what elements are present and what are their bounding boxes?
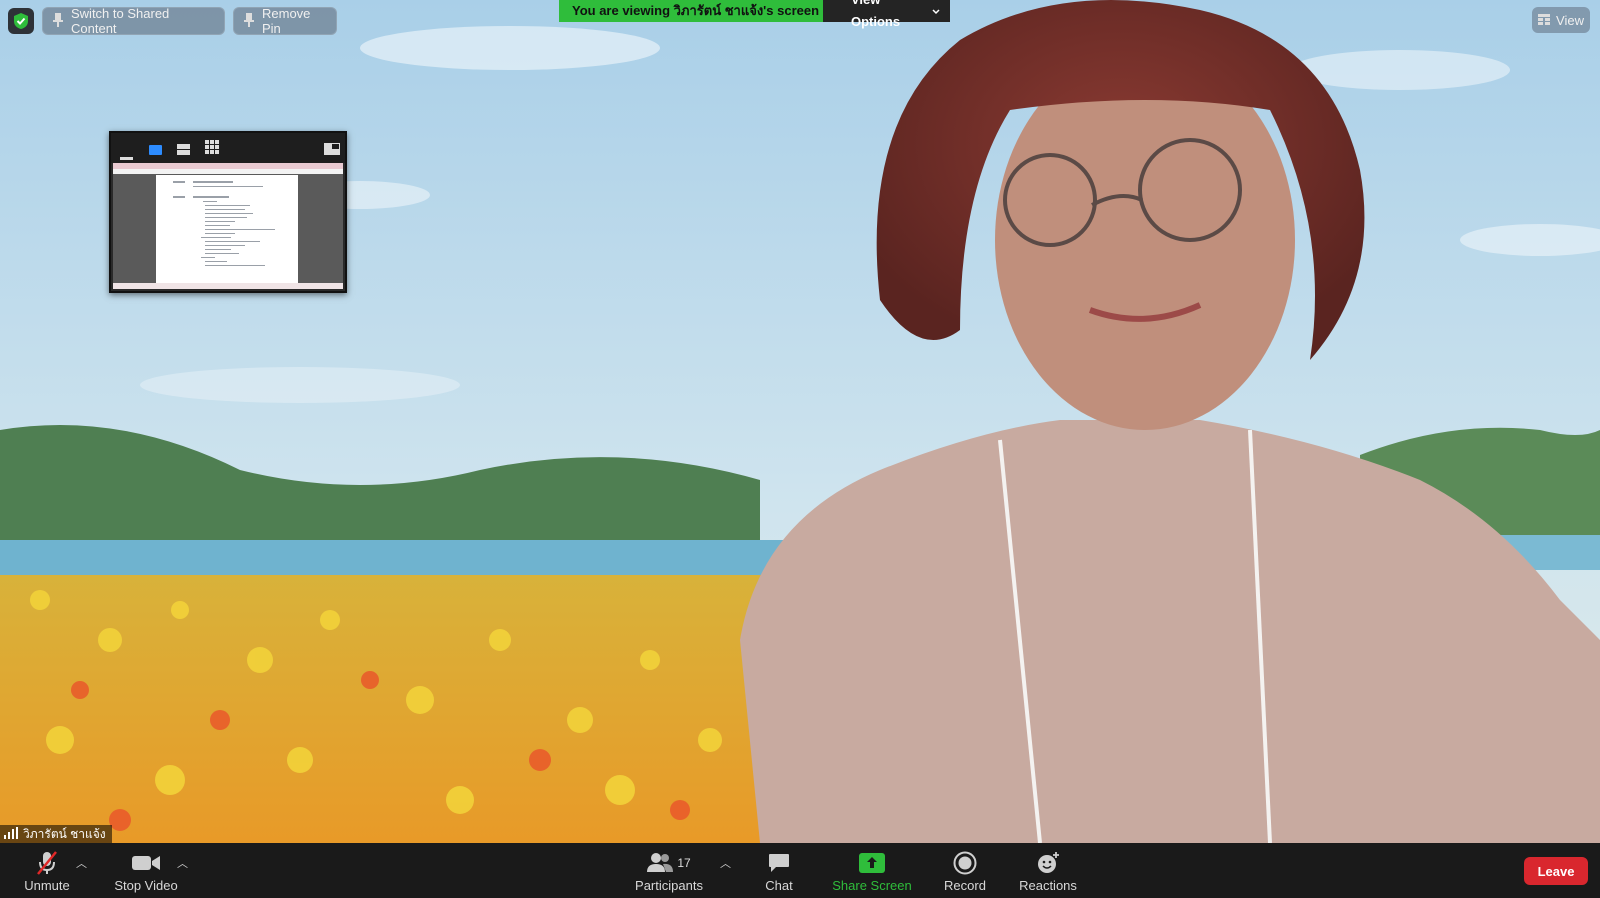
- chat-bubble-icon: [768, 850, 790, 876]
- reactions-smiley-icon: [1036, 850, 1060, 876]
- chat-button[interactable]: Chat: [758, 843, 800, 898]
- muted-microphone-icon: [35, 850, 59, 876]
- view-options-button[interactable]: View Options: [823, 0, 950, 29]
- pin-icon: [244, 12, 254, 30]
- side-by-side-icon[interactable]: [177, 142, 190, 160]
- switch-to-shared-content-button[interactable]: Switch to Shared Content: [42, 6, 225, 36]
- signal-strength-icon: [4, 826, 18, 842]
- remove-pin-button[interactable]: Remove Pin: [233, 6, 337, 36]
- share-screen-label: Share Screen: [832, 878, 912, 893]
- switch-to-shared-content-label: Switch to Shared Content: [71, 6, 170, 36]
- participants-icon: [647, 852, 674, 875]
- speaker-view-icon[interactable]: [149, 142, 162, 160]
- audio-options-caret-icon[interactable]: ︿: [76, 855, 87, 871]
- stop-video-button[interactable]: Stop Video: [108, 843, 184, 898]
- share-screen-button[interactable]: Share Screen: [832, 843, 912, 898]
- view-layout-button[interactable]: View: [1532, 7, 1590, 33]
- exit-pip-icon[interactable]: [324, 142, 340, 160]
- video-options-caret-icon[interactable]: ︿: [177, 855, 188, 871]
- remove-pin-label: Remove Pin: [262, 6, 311, 36]
- screen-share-banner: You are viewing วิภารัตน์ ชาแจ้ง's scree…: [559, 0, 950, 29]
- view-label: View: [1556, 12, 1584, 28]
- record-button[interactable]: Record: [941, 843, 989, 898]
- leave-meeting-button[interactable]: Leave: [1524, 857, 1588, 885]
- shared-document-preview: [113, 163, 343, 289]
- pin-icon: [53, 12, 63, 30]
- view-options-label: View Options: [851, 0, 901, 29]
- chat-label: Chat: [765, 878, 793, 893]
- record-label: Record: [944, 878, 986, 893]
- participant-name-tag: วิภารัตน์ ชาแจ้ง: [0, 825, 112, 843]
- virtual-background-meadow: [0, 0, 1600, 843]
- video-camera-icon: [132, 850, 160, 876]
- security-shield-icon[interactable]: [8, 8, 34, 34]
- stop-video-label: Stop Video: [114, 878, 178, 893]
- meeting-toolbar: Unmute ︿ Stop Video ︿ 17 Participants ︿ …: [0, 843, 1600, 898]
- shared-screen-thumbnail[interactable]: [109, 131, 347, 293]
- gallery-grid-icon[interactable]: [205, 140, 219, 159]
- participants-label: Participants: [635, 878, 703, 893]
- reactions-button[interactable]: Reactions: [1017, 843, 1079, 898]
- reactions-label: Reactions: [1019, 878, 1077, 893]
- participant-name: วิภารัตน์ ชาแจ้ง: [23, 826, 106, 841]
- participants-button[interactable]: 17 Participants: [632, 843, 706, 898]
- video-stage: Switch to Shared Content Remove Pin You …: [0, 0, 1600, 843]
- share-screen-icon: [859, 850, 885, 876]
- unmute-label: Unmute: [24, 878, 70, 893]
- record-icon: [953, 850, 977, 876]
- participants-count: 17: [677, 856, 691, 870]
- viewing-status-text: You are viewing วิภารัตน์ ชาแจ้ง's scree…: [559, 0, 823, 22]
- participants-icon-group: 17: [647, 850, 691, 876]
- participants-options-caret-icon[interactable]: ︿: [720, 855, 731, 871]
- unmute-button[interactable]: Unmute: [14, 843, 80, 898]
- thumbnail-toolbar: [111, 133, 345, 163]
- chevron-down-icon: [932, 0, 940, 22]
- grid-view-icon: [1538, 13, 1551, 28]
